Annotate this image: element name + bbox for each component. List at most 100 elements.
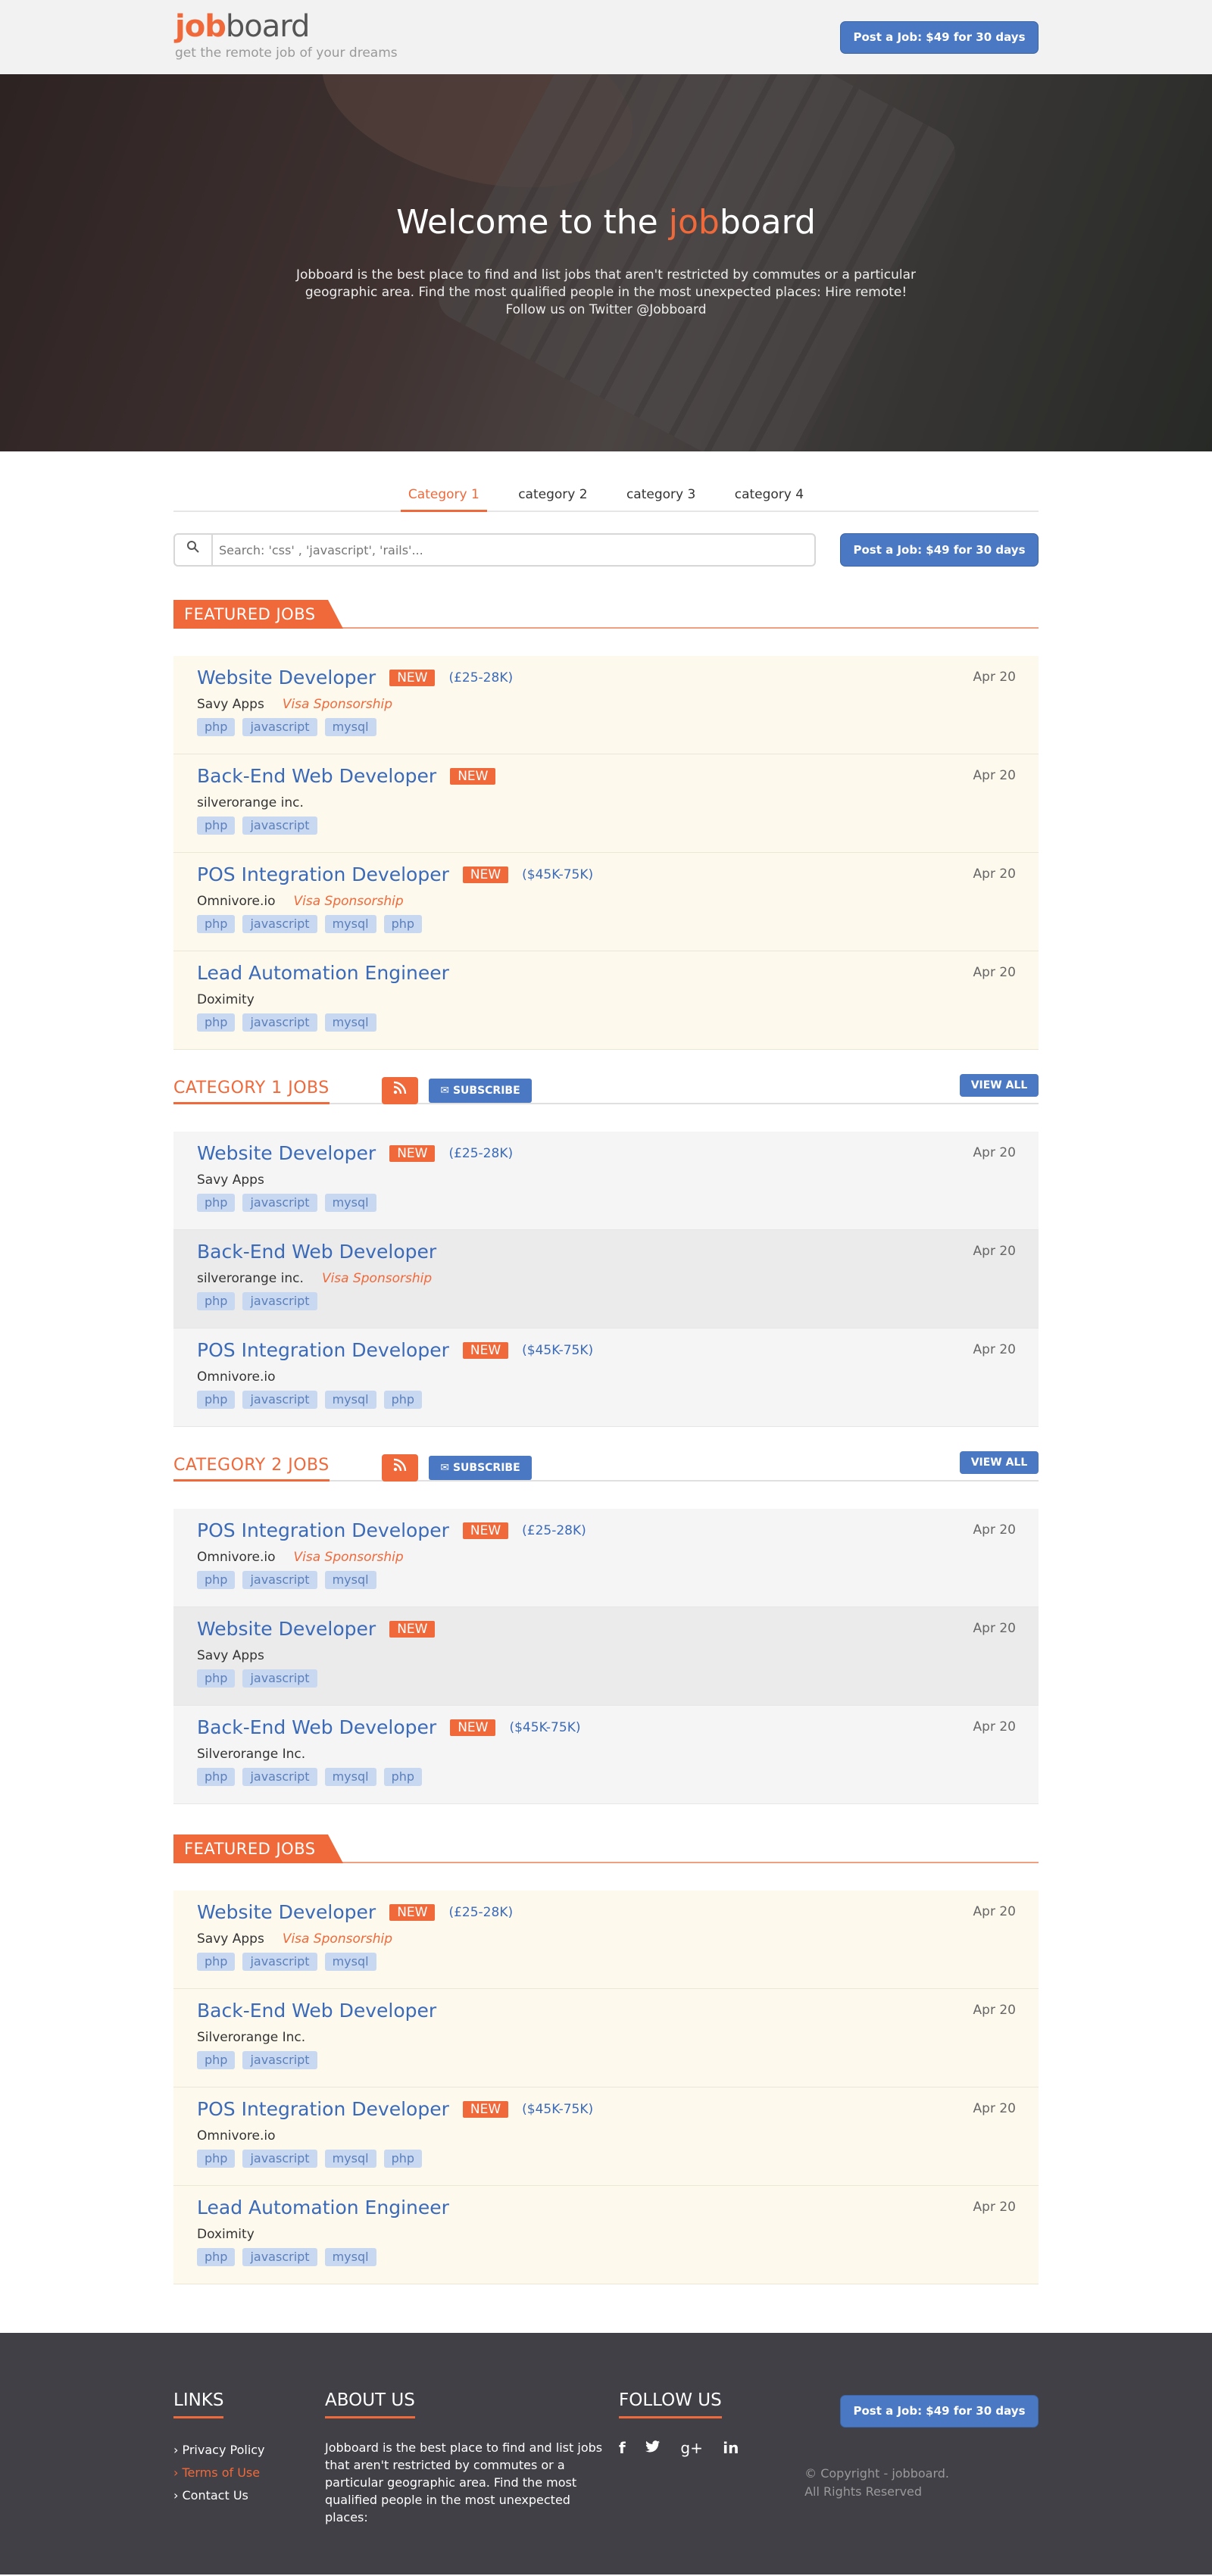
footer-link-terms[interactable]: › Terms of Use — [173, 2462, 265, 2484]
job-tag[interactable]: mysql — [324, 2150, 376, 2168]
job-tag[interactable]: javascript — [242, 1391, 317, 1409]
job-title[interactable]: POS Integration Developer NEW ($45K-75K) — [197, 2098, 593, 2120]
post-job-button-search[interactable]: Post a Job: $49 for 30 days — [840, 533, 1039, 567]
job-tag[interactable]: mysql — [324, 1194, 376, 1212]
job-tag[interactable]: javascript — [242, 1953, 317, 1971]
job-tag[interactable]: php — [197, 1391, 236, 1409]
job-listing[interactable]: Lead Automation Engineer Doximity php javas… — [173, 2186, 1039, 2284]
job-listing[interactable]: POS Integration Developer NEW (£25-28K) Omn… — [173, 1509, 1039, 1607]
job-tag[interactable]: php — [197, 915, 236, 933]
job-tag[interactable]: php — [197, 1292, 236, 1310]
job-title[interactable]: Website Developer NEW (£25-28K) — [197, 1901, 513, 1923]
facebook-icon[interactable]: f — [619, 2439, 626, 2457]
rss-icon[interactable] — [382, 1454, 418, 1482]
job-tag[interactable]: javascript — [242, 1571, 317, 1589]
job-tag[interactable]: php — [197, 1953, 236, 1971]
job-tag[interactable]: javascript — [242, 1768, 317, 1786]
job-tag[interactable]: javascript — [242, 915, 317, 933]
job-tag[interactable]: php — [383, 1768, 423, 1786]
job-title[interactable]: POS Integration Developer NEW ($45K-75K) — [197, 863, 593, 885]
job-title[interactable]: Back-End Web Developer — [197, 2000, 436, 2022]
tab-category-4[interactable]: category 4 — [727, 483, 811, 512]
job-title[interactable]: Website Developer NEW (£25-28K) — [197, 1142, 513, 1164]
job-listing[interactable]: Website Developer NEW (£25-28K) Savy Apps Vi… — [173, 656, 1039, 754]
job-tag[interactable]: mysql — [324, 1013, 376, 1032]
job-title[interactable]: Website Developer NEW (£25-28K) — [197, 667, 513, 688]
job-listing[interactable]: POS Integration Developer NEW ($45K-75K) Om… — [173, 2087, 1039, 2186]
job-tags: php javascript mysql php — [197, 915, 430, 933]
category-1-title[interactable]: CATEGORY 1 JOBS — [173, 1079, 330, 1104]
job-tag[interactable]: mysql — [324, 1768, 376, 1786]
subscribe-button[interactable]: ✉ SUBSCRIBE — [429, 1456, 532, 1480]
subscribe-button[interactable]: ✉ SUBSCRIBE — [429, 1079, 532, 1103]
job-title[interactable]: POS Integration Developer NEW (£25-28K) — [197, 1519, 586, 1541]
job-tag[interactable]: php — [383, 1391, 423, 1409]
job-listing[interactable]: Back-End Web Developer Silverorange Inc. p… — [173, 1989, 1039, 2087]
job-tag[interactable]: javascript — [242, 1013, 317, 1032]
post-job-button-footer[interactable]: Post a Job: $49 for 30 days — [840, 2395, 1039, 2428]
job-tag[interactable]: mysql — [324, 1953, 376, 1971]
job-date: Apr 20 — [973, 1719, 1016, 1735]
job-tag[interactable]: javascript — [242, 718, 317, 736]
job-tag[interactable]: mysql — [324, 1571, 376, 1589]
google-plus-icon[interactable]: g+ — [680, 2439, 702, 2457]
job-tag[interactable]: php — [197, 817, 236, 835]
job-tag[interactable]: php — [197, 1669, 236, 1688]
job-tag[interactable]: php — [383, 2150, 423, 2168]
job-tag[interactable]: php — [197, 718, 236, 736]
job-tag[interactable]: mysql — [324, 1391, 376, 1409]
job-tags: php javascript — [197, 1292, 325, 1310]
footer-link-contact[interactable]: › Contact Us — [173, 2484, 265, 2507]
job-listing[interactable]: POS Integration Developer NEW ($45K-75K) Om… — [173, 853, 1039, 951]
post-job-button-top[interactable]: Post a Job: $49 for 30 days — [840, 21, 1039, 54]
job-tag[interactable]: javascript — [242, 1194, 317, 1212]
linkedin-icon[interactable]: in — [723, 2439, 739, 2457]
job-tag[interactable]: mysql — [324, 718, 376, 736]
tab-category-3[interactable]: category 3 — [619, 483, 703, 512]
search-icon[interactable] — [175, 535, 213, 565]
job-title[interactable]: Website Developer NEW — [197, 1618, 436, 1640]
tab-category-1[interactable]: Category 1 — [400, 483, 487, 512]
salary: ($45K-75K) — [522, 1343, 594, 1358]
job-listing[interactable]: Website Developer NEW (£25-28K) Savy Apps ph… — [173, 1132, 1039, 1230]
footer-link-privacy[interactable]: › Privacy Policy — [173, 2439, 265, 2462]
search-input[interactable] — [219, 539, 802, 560]
job-listing[interactable]: POS Integration Developer NEW ($45K-75K) Om… — [173, 1329, 1039, 1427]
view-all-button[interactable]: VIEW ALL — [960, 1074, 1039, 1097]
job-listing[interactable]: Website Developer NEW Savy Apps php javascri… — [173, 1607, 1039, 1706]
job-tag[interactable]: mysql — [324, 2248, 376, 2266]
job-listing[interactable]: Website Developer NEW (£25-28K) Savy Apps Vi… — [173, 1891, 1039, 1989]
job-tag[interactable]: javascript — [242, 2051, 317, 2069]
logo[interactable]: jobboard — [175, 9, 310, 44]
job-title[interactable]: Lead Automation Engineer — [197, 962, 449, 984]
category-2-title[interactable]: CATEGORY 2 JOBS — [173, 1456, 330, 1482]
job-tag[interactable]: javascript — [242, 1669, 317, 1688]
job-listing[interactable]: Lead Automation Engineer Doximity php javas… — [173, 951, 1039, 1050]
view-all-button[interactable]: VIEW ALL — [960, 1451, 1039, 1474]
job-listing[interactable]: Back-End Web Developer silverorange inc. V… — [173, 1230, 1039, 1329]
job-tag[interactable]: php — [197, 2051, 236, 2069]
job-tag[interactable]: php — [197, 1194, 236, 1212]
rss-icon[interactable] — [382, 1077, 418, 1104]
job-title[interactable]: Back-End Web Developer — [197, 1241, 436, 1263]
job-tag[interactable]: php — [197, 2248, 236, 2266]
job-tag[interactable]: php — [383, 915, 423, 933]
job-tag[interactable]: javascript — [242, 2248, 317, 2266]
footer: LINKS › Privacy Policy › Terms of Use › … — [0, 2333, 1212, 2574]
job-tag[interactable]: php — [197, 2150, 236, 2168]
job-title[interactable]: POS Integration Developer NEW ($45K-75K) — [197, 1339, 593, 1361]
job-tag[interactable]: php — [197, 1013, 236, 1032]
job-tag[interactable]: javascript — [242, 817, 317, 835]
job-listing[interactable]: Back-End Web Developer NEW ($45K-75K) Silve… — [173, 1706, 1039, 1804]
job-title[interactable]: Back-End Web Developer NEW ($45K-75K) — [197, 1716, 580, 1738]
job-title[interactable]: Lead Automation Engineer — [197, 2197, 449, 2218]
twitter-icon[interactable] — [645, 2439, 661, 2457]
job-tag[interactable]: javascript — [242, 1292, 317, 1310]
job-tag[interactable]: javascript — [242, 2150, 317, 2168]
tab-category-2[interactable]: category 2 — [511, 483, 595, 512]
job-tag[interactable]: mysql — [324, 915, 376, 933]
job-title[interactable]: Back-End Web Developer NEW — [197, 765, 496, 787]
job-tag[interactable]: php — [197, 1768, 236, 1786]
job-tag[interactable]: php — [197, 1571, 236, 1589]
job-listing[interactable]: Back-End Web Developer NEW silverorange in… — [173, 754, 1039, 853]
